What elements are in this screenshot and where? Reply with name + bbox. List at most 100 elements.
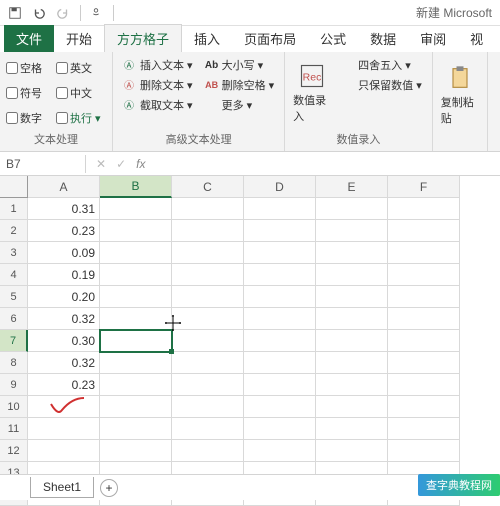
- row-header-5[interactable]: 5: [0, 286, 28, 308]
- undo-icon[interactable]: [28, 2, 50, 24]
- row-header-11[interactable]: 11: [0, 418, 28, 440]
- sheet-tab[interactable]: Sheet1: [30, 477, 94, 498]
- cell-A9[interactable]: 0.23: [28, 374, 100, 396]
- row-header-8[interactable]: 8: [0, 352, 28, 374]
- tab-file[interactable]: 文件: [4, 25, 54, 52]
- row-header-1[interactable]: 1: [0, 198, 28, 220]
- tab-review[interactable]: 审阅: [408, 25, 458, 52]
- cell-D11[interactable]: [244, 418, 316, 440]
- cell-D3[interactable]: [244, 242, 316, 264]
- row-header-12[interactable]: 12: [0, 440, 28, 462]
- cell-A3[interactable]: 0.09: [28, 242, 100, 264]
- btns3-1[interactable]: 只保留数值 ▾: [337, 76, 426, 94]
- cell-E3[interactable]: [316, 242, 388, 264]
- cell-F11[interactable]: [388, 418, 460, 440]
- cell-D1[interactable]: [244, 198, 316, 220]
- col-header-A[interactable]: A: [28, 176, 100, 198]
- confirm-icon[interactable]: ✓: [116, 157, 126, 171]
- cell-A5[interactable]: 0.20: [28, 286, 100, 308]
- cell-B2[interactable]: [100, 220, 172, 242]
- name-box[interactable]: B7: [0, 155, 86, 173]
- row-header-2[interactable]: 2: [0, 220, 28, 242]
- cell-E5[interactable]: [316, 286, 388, 308]
- cell-A1[interactable]: 0.31: [28, 198, 100, 220]
- cell-C1[interactable]: [172, 198, 244, 220]
- copy-paste-button[interactable]: 复制粘贴: [439, 56, 481, 133]
- cell-E9[interactable]: [316, 374, 388, 396]
- cell-E1[interactable]: [316, 198, 388, 220]
- cell-D5[interactable]: [244, 286, 316, 308]
- col-header-E[interactable]: E: [316, 176, 388, 198]
- col-header-C[interactable]: C: [172, 176, 244, 198]
- row-header-7[interactable]: 7: [0, 330, 28, 352]
- row-header-4[interactable]: 4: [0, 264, 28, 286]
- tab-layout[interactable]: 页面布局: [232, 25, 308, 52]
- save-icon[interactable]: [4, 2, 26, 24]
- btns2-0[interactable]: Ab大小写 ▾: [201, 56, 279, 74]
- cell-E8[interactable]: [316, 352, 388, 374]
- cell-D7[interactable]: [244, 330, 316, 352]
- cell-D9[interactable]: [244, 374, 316, 396]
- cell-F2[interactable]: [388, 220, 460, 242]
- btns1-0[interactable]: Ⓐ插入文本 ▾: [119, 56, 197, 74]
- row-header-3[interactable]: 3: [0, 242, 28, 264]
- cell-F9[interactable]: [388, 374, 460, 396]
- cell-B1[interactable]: [100, 198, 172, 220]
- row-header-10[interactable]: 10: [0, 396, 28, 418]
- cell-C9[interactable]: [172, 374, 244, 396]
- cell-E10[interactable]: [316, 396, 388, 418]
- cell-F8[interactable]: [388, 352, 460, 374]
- cell-B5[interactable]: [100, 286, 172, 308]
- cell-C3[interactable]: [172, 242, 244, 264]
- cell-F3[interactable]: [388, 242, 460, 264]
- cell-D6[interactable]: [244, 308, 316, 330]
- cell-F4[interactable]: [388, 264, 460, 286]
- cell-A10[interactable]: [28, 396, 100, 418]
- btns1-2[interactable]: Ⓐ截取文本 ▾: [119, 96, 197, 114]
- cell-B11[interactable]: [100, 418, 172, 440]
- cell-E12[interactable]: [316, 440, 388, 462]
- btns1-1[interactable]: Ⓐ删除文本 ▾: [119, 76, 197, 94]
- tab-view[interactable]: 视: [458, 25, 495, 52]
- tab-formula[interactable]: 公式: [308, 25, 358, 52]
- check-0[interactable]: 空格: [6, 56, 52, 79]
- cell-C7[interactable]: [172, 330, 244, 352]
- tab-insert[interactable]: 插入: [182, 25, 232, 52]
- cell-D4[interactable]: [244, 264, 316, 286]
- cell-A2[interactable]: 0.23: [28, 220, 100, 242]
- cell-A7[interactable]: 0.30: [28, 330, 100, 352]
- cell-E11[interactable]: [316, 418, 388, 440]
- cell-E4[interactable]: [316, 264, 388, 286]
- tab-fangfang[interactable]: 方方格子: [104, 24, 182, 52]
- cell-C2[interactable]: [172, 220, 244, 242]
- cell-E6[interactable]: [316, 308, 388, 330]
- cell-B6[interactable]: [100, 308, 172, 330]
- cell-F5[interactable]: [388, 286, 460, 308]
- col-header-F[interactable]: F: [388, 176, 460, 198]
- cell-D12[interactable]: [244, 440, 316, 462]
- cell-B10[interactable]: [100, 396, 172, 418]
- check-3[interactable]: 中文: [56, 81, 102, 104]
- touch-mode-icon[interactable]: [85, 2, 107, 24]
- col-header-D[interactable]: D: [244, 176, 316, 198]
- cell-C4[interactable]: [172, 264, 244, 286]
- check-2[interactable]: 符号: [6, 81, 52, 104]
- cell-D2[interactable]: [244, 220, 316, 242]
- cell-B9[interactable]: [100, 374, 172, 396]
- fx-icon[interactable]: fx: [136, 157, 145, 171]
- check-4[interactable]: 数字: [6, 106, 52, 129]
- cell-F10[interactable]: [388, 396, 460, 418]
- cell-E2[interactable]: [316, 220, 388, 242]
- cell-B3[interactable]: [100, 242, 172, 264]
- numeric-input-button[interactable]: Rec 数值录入: [291, 56, 333, 129]
- tab-data[interactable]: 数据: [358, 25, 408, 52]
- cell-B7[interactable]: [100, 330, 172, 352]
- cell-D10[interactable]: [244, 396, 316, 418]
- btns2-1[interactable]: AB删除空格 ▾: [201, 76, 279, 94]
- select-all-corner[interactable]: [0, 176, 28, 198]
- btns2-2[interactable]: 更多 ▾: [201, 96, 279, 114]
- cell-F7[interactable]: [388, 330, 460, 352]
- cell-A4[interactable]: 0.19: [28, 264, 100, 286]
- cell-D8[interactable]: [244, 352, 316, 374]
- cell-C10[interactable]: [172, 396, 244, 418]
